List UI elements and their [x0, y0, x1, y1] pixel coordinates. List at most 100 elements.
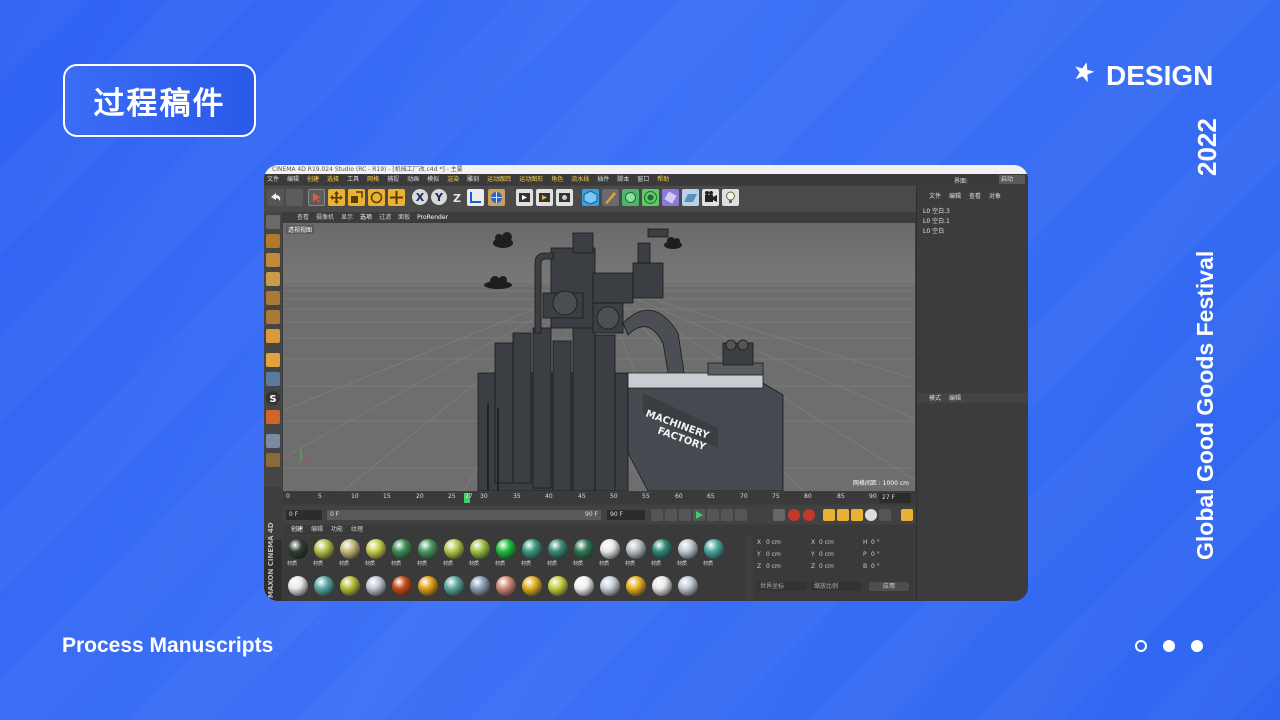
material-swatch[interactable] [339, 576, 361, 596]
material-menu-item-0[interactable]: 创建 [291, 525, 303, 535]
menu-item-16[interactable]: 脚本 [617, 174, 629, 185]
object-list-item[interactable]: L0 空白.3 [923, 206, 950, 215]
tweak-mode-button[interactable] [266, 372, 280, 386]
x-axis-button[interactable]: X [412, 189, 428, 205]
subdivision-button[interactable] [622, 189, 639, 206]
menu-item-2[interactable]: 创建 [307, 174, 319, 185]
material-swatch[interactable] [521, 576, 543, 596]
menu-item-11[interactable]: 运动跟踪 [487, 174, 511, 185]
menu-item-9[interactable]: 渲染 [447, 174, 459, 185]
workplane-button[interactable] [266, 434, 280, 448]
view-menu-item-4[interactable]: 过滤 [379, 212, 391, 223]
z-axis-button[interactable]: Z [451, 189, 463, 206]
menu-item-3[interactable]: 选择 [327, 174, 339, 185]
next-frame-button[interactable] [707, 509, 719, 521]
render-settings-button[interactable] [556, 189, 573, 206]
material-menu-item-2[interactable]: 功能 [331, 525, 343, 535]
coordinate-value-field[interactable]: 0 ° [871, 563, 880, 570]
prev-key-button[interactable] [665, 509, 677, 521]
material-swatch[interactable]: 材质 [365, 539, 387, 567]
menu-item-13[interactable]: 角色 [551, 174, 563, 185]
coordinate-value-field[interactable]: 0 cm [766, 539, 781, 546]
next-key-button[interactable] [721, 509, 733, 521]
material-swatch[interactable]: 材质 [703, 539, 725, 567]
menu-item-14[interactable]: 流水线 [571, 174, 589, 185]
material-swatch[interactable] [287, 576, 309, 596]
material-swatch[interactable] [469, 576, 491, 596]
material-swatch[interactable] [625, 576, 647, 596]
material-swatch[interactable] [599, 576, 621, 596]
material-menu-item-1[interactable]: 编辑 [311, 525, 323, 535]
autokey-button[interactable] [788, 509, 800, 521]
keyframe-selection-button[interactable] [803, 509, 815, 521]
menu-item-6[interactable]: 捕捉 [387, 174, 399, 185]
menu-item-5[interactable]: 网格 [367, 174, 379, 185]
menu-item-4[interactable]: 工具 [347, 174, 359, 185]
material-swatch[interactable]: 材质 [391, 539, 413, 567]
key-pla-button[interactable] [879, 509, 891, 521]
key-scale-button[interactable] [837, 509, 849, 521]
cube-primitive-button[interactable] [582, 189, 599, 206]
redo-button[interactable] [286, 189, 303, 206]
world-coord-button[interactable] [488, 189, 505, 206]
mograph-cloner-button[interactable] [642, 189, 659, 206]
attribute-menu-item-1[interactable]: 编辑 [949, 393, 961, 403]
material-swatch[interactable] [547, 576, 569, 596]
page-dot-1[interactable] [1135, 640, 1147, 652]
magnet-button[interactable] [266, 410, 280, 424]
render-picture-viewer-button[interactable] [536, 189, 553, 206]
edges-mode-button[interactable] [266, 310, 280, 324]
points-mode-button[interactable] [266, 291, 280, 305]
axis-mode-button[interactable] [266, 353, 280, 367]
workplane-mode-button[interactable] [266, 272, 280, 286]
menu-item-1[interactable]: 编辑 [287, 174, 299, 185]
view-menu-item-1[interactable]: 摄像机 [316, 212, 334, 223]
frame-range-slider[interactable]: 0 F 90 F [327, 510, 601, 520]
object-menu-item-3[interactable]: 对象 [989, 191, 1001, 201]
model-mode-button[interactable] [266, 234, 280, 248]
locked-workplane-button[interactable] [266, 453, 280, 467]
material-swatch[interactable] [365, 576, 387, 596]
transform-tool-button[interactable] [388, 189, 405, 206]
coordinate-value-field[interactable]: 0 ° [871, 539, 880, 546]
material-swatch[interactable] [313, 576, 335, 596]
play-button[interactable] [693, 509, 705, 521]
scale-tool-button[interactable] [348, 189, 365, 206]
current-frame-field[interactable]: 27 F [879, 493, 911, 503]
view-menu-item-2[interactable]: 显示 [341, 212, 353, 223]
coordinate-value-field[interactable]: 0 cm [766, 551, 781, 558]
frame-start-field[interactable]: 0 F [286, 510, 322, 520]
record-keys-button[interactable] [773, 509, 785, 521]
material-swatch[interactable]: 材质 [651, 539, 673, 567]
coordinate-system-dropdown[interactable]: 世界坐标 [757, 582, 807, 591]
key-parameter-button[interactable] [865, 509, 877, 521]
material-swatch[interactable]: 材质 [495, 539, 517, 567]
polygons-mode-button[interactable] [266, 329, 280, 343]
object-menu-item-2[interactable]: 查看 [969, 191, 981, 201]
undo-button[interactable] [267, 189, 284, 206]
3d-viewport[interactable]: MACHINERY FACTORY 透视视图 网格间距 : 1000 cm [283, 223, 915, 491]
coordinate-value-field[interactable]: 0 ° [871, 551, 880, 558]
coordinate-value-field[interactable]: 0 cm [766, 563, 781, 570]
menu-item-8[interactable]: 模拟 [427, 174, 439, 185]
move-tool-button[interactable] [328, 189, 345, 206]
material-swatch[interactable] [495, 576, 517, 596]
material-swatch[interactable]: 材质 [547, 539, 569, 567]
material-swatch[interactable]: 材质 [313, 539, 335, 567]
page-dot-2[interactable] [1163, 640, 1175, 652]
menu-item-15[interactable]: 插件 [597, 174, 609, 185]
render-view-button[interactable] [516, 189, 533, 206]
menu-item-7[interactable]: 动画 [407, 174, 419, 185]
snap-button[interactable]: S [266, 391, 280, 405]
material-swatch[interactable]: 材质 [417, 539, 439, 567]
material-swatch[interactable] [391, 576, 413, 596]
object-menu-item-1[interactable]: 编辑 [949, 191, 961, 201]
material-swatch[interactable]: 材质 [339, 539, 361, 567]
page-dot-3[interactable] [1191, 640, 1203, 652]
menu-item-17[interactable]: 窗口 [637, 174, 649, 185]
coordinate-value-field[interactable]: 0 cm [819, 551, 834, 558]
select-tool-button[interactable] [308, 189, 325, 206]
material-swatch[interactable]: 材质 [287, 539, 309, 567]
goto-end-button[interactable] [735, 509, 747, 521]
material-swatch[interactable]: 材质 [469, 539, 491, 567]
